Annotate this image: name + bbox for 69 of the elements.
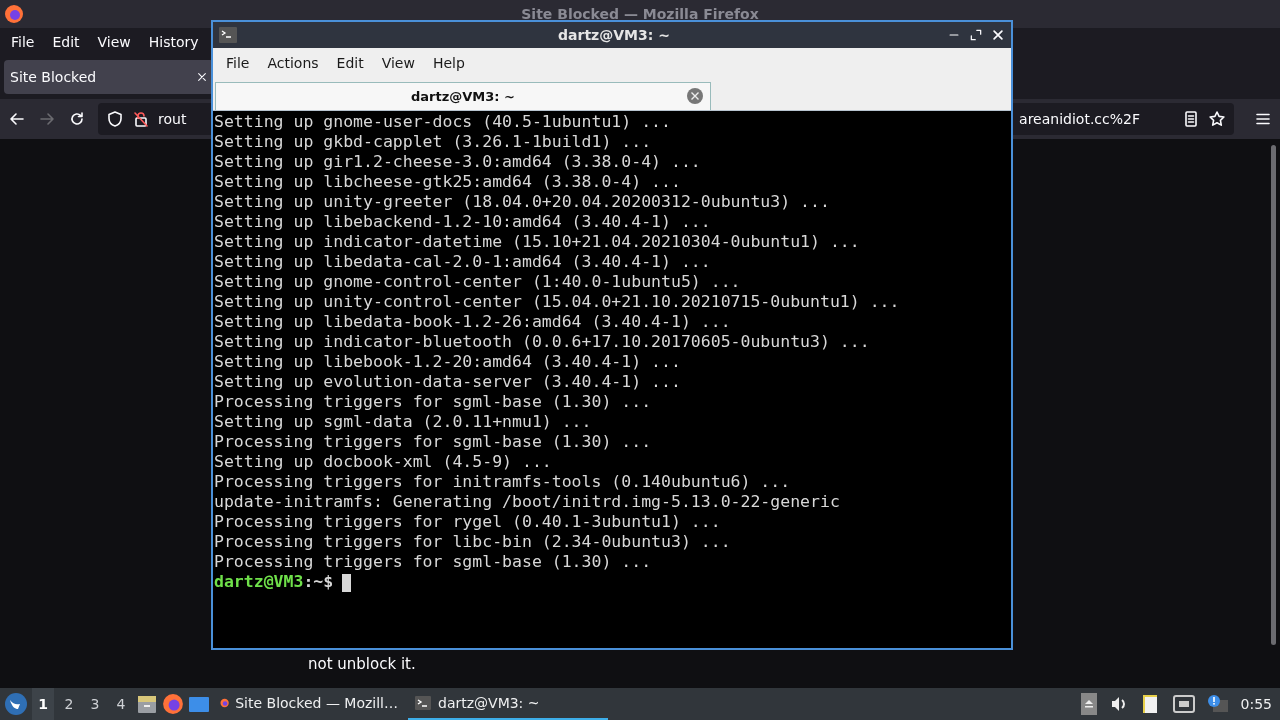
browser-tab[interactable]: Site Blocked [4,60,214,94]
menu-item[interactable]: Help [423,55,474,71]
terminal-icon [414,694,432,712]
menu-item[interactable]: View [372,55,424,71]
terminal-line: Setting up indicator-datetime (15.10+21.04.20210304-0ubuntu1) ... [214,232,861,252]
desktop-switch[interactable]: 1 [32,688,54,720]
terminal-tab[interactable]: dartz@VM3: ~ [215,82,711,110]
menu-item[interactable]: Actions [258,55,328,71]
terminal-line: Processing triggers for initramfs-tools (0.140ubuntu6) ... [214,472,792,492]
text-cursor [342,573,352,592]
desktop-switch[interactable]: 3 [84,688,106,720]
prompt-user: dartz@VM3 [214,572,304,591]
terminal-line: Setting up gir1.2-cheese-3.0:amd64 (3.38.0-4) ... [214,152,702,172]
desktop-switch[interactable]: 4 [110,688,132,720]
scrollbar[interactable] [1271,145,1276,645]
file-cabinet-icon[interactable] [136,693,158,715]
maximize-icon[interactable] [969,28,983,42]
menu-item[interactable]: Edit [43,33,89,50]
reload-icon[interactable] [68,110,86,128]
menu-item[interactable]: File [217,55,259,71]
bird-icon[interactable] [4,692,28,716]
back-icon[interactable] [8,110,26,128]
task-button[interactable]: Site Blocked — Mozill… [214,688,404,720]
clock[interactable]: 0:55 [1240,696,1272,712]
terminal-line: Setting up libebackend-1.2-10:amd64 (3.40.4-1) ... [214,212,712,232]
shield-icon[interactable] [106,110,124,128]
terminal-line: Setting up evolution-data-server (3.40.4-1) ... [214,372,682,392]
firefox-icon[interactable] [162,693,184,715]
forward-icon[interactable] [38,110,56,128]
window-title: Site Blocked — Mozilla Firefox [520,6,760,22]
close-icon[interactable] [991,28,1005,42]
terminal-line: Setting up libebook-1.2-20:amd64 (3.40.4-1) ... [214,352,682,372]
terminal-line: Processing triggers for rygel (0.40.1-3ubuntu1) ... [214,512,722,532]
page-text: not unblock it. [308,655,416,673]
task-button[interactable]: dartz@VM3: ~ [408,688,608,720]
menu-item[interactable]: File [2,33,44,50]
terminal-line: Setting up docbook-xml (4.5-9) ... [214,452,553,472]
close-icon[interactable] [196,71,208,83]
menu-item[interactable]: View [88,33,140,50]
window-title: dartz@VM3: ~ [557,27,671,43]
terminal-line: Setting up unity-greeter (18.04.0+20.04.20200312-0ubuntu3) ... [214,192,831,212]
terminal-line: Setting up libedata-cal-2.0-1:amd64 (3.40.4-1) ... [214,252,712,272]
terminal-line: Setting up gnome-user-docs (40.5-1ubuntu1) ... [214,112,672,132]
notification-icon[interactable] [1206,694,1229,714]
terminal-line: Processing triggers for libc-bin (2.34-0ubuntu3) ... [214,532,732,552]
url-text[interactable]: rout [158,111,187,127]
url-text[interactable]: areanidiot.cc%2F [1019,111,1140,127]
reader-view-icon[interactable] [1182,110,1200,128]
desktop-switch[interactable]: 2 [58,688,80,720]
terminal-line: Processing triggers for sgml-base (1.30) ... [214,432,653,452]
terminal-line: Processing triggers for sgml-base (1.30) ... [214,392,653,412]
star-icon[interactable] [1208,110,1226,128]
menu-item[interactable]: History [139,33,208,50]
menu-item[interactable]: Edit [327,55,373,71]
terminal-line: Setting up libcheese-gtk25:amd64 (3.38.0-4) ... [214,172,682,192]
terminal-line: Setting up unity-control-center (15.04.0+21.10.20210715-0ubuntu1) ... [214,292,901,312]
terminal-line: Processing triggers for sgml-base (1.30) ... [214,552,653,572]
network-icon[interactable] [1172,694,1195,714]
terminal-line: update-initramfs: Generating /boot/initrd.img-5.13.0-22-generic [214,492,841,512]
terminal-line: Setting up sgml-data (2.0.11+nmu1) ... [214,412,593,432]
terminal-line: Setting up gkbd-capplet (3.26.1-1build1) ... [214,132,653,152]
terminal-line: Setting up gnome-control-center (1:40.0-1ubuntu5) ... [214,272,742,292]
insecure-lock-icon[interactable] [132,110,150,128]
terminal-line: Setting up indicator-bluetooth (0.0.6+17.10.20170605-0ubuntu3) ... [214,332,871,352]
terminal-icon [219,27,237,43]
firefox-icon [4,4,24,24]
prompt-path: :~$ [303,572,334,591]
terminal-line: Setting up libedata-book-1.2-26:amd64 (3.40.4-1) ... [214,312,732,332]
eject-icon[interactable] [1080,693,1097,715]
